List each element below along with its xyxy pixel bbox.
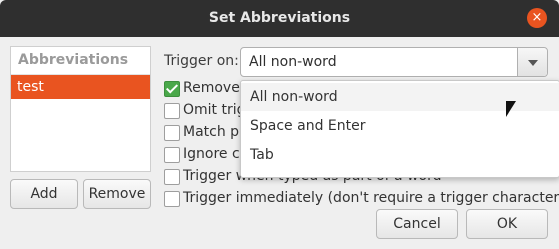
checkbox-icon[interactable]	[164, 147, 180, 163]
option-label: Remove	[183, 80, 240, 96]
menu-item-tab[interactable]: Tab	[241, 141, 559, 169]
dropdown-button[interactable]	[517, 48, 547, 76]
abbreviations-list: Abbreviations test	[10, 46, 151, 172]
option-label: Omit trig	[183, 102, 246, 118]
ok-button[interactable]: OK	[466, 209, 548, 239]
chevron-down-icon	[528, 60, 538, 66]
close-icon[interactable]: ×	[527, 8, 547, 28]
add-button[interactable]: Add	[10, 179, 78, 209]
option-label: Match pl	[183, 124, 243, 140]
list-header: Abbreviations	[11, 47, 150, 75]
checkbox-checked-icon[interactable]	[164, 81, 180, 97]
option-label: Trigger immediately (don't require a tri…	[183, 190, 559, 206]
trigger-selected-value: All non-word	[249, 54, 337, 70]
checkbox-icon[interactable]	[164, 169, 180, 185]
trigger-on-label: Trigger on:	[164, 53, 239, 69]
checkbox-icon[interactable]	[164, 191, 180, 207]
mouse-pointer-icon	[506, 101, 516, 117]
trigger-combobox[interactable]: All non-word	[240, 47, 548, 77]
checkbox-icon[interactable]	[164, 103, 180, 119]
list-item[interactable]: test	[11, 75, 150, 99]
trigger-dropdown-menu: All non-word Space and Enter Tab	[240, 80, 559, 178]
title-bar: Set Abbreviations ×	[0, 0, 559, 37]
window-title: Set Abbreviations	[208, 10, 351, 26]
cancel-button[interactable]: Cancel	[376, 209, 458, 239]
checkbox-icon[interactable]	[164, 125, 180, 141]
remove-button[interactable]: Remove	[83, 179, 151, 209]
option-label: Ignore ca	[183, 146, 249, 162]
